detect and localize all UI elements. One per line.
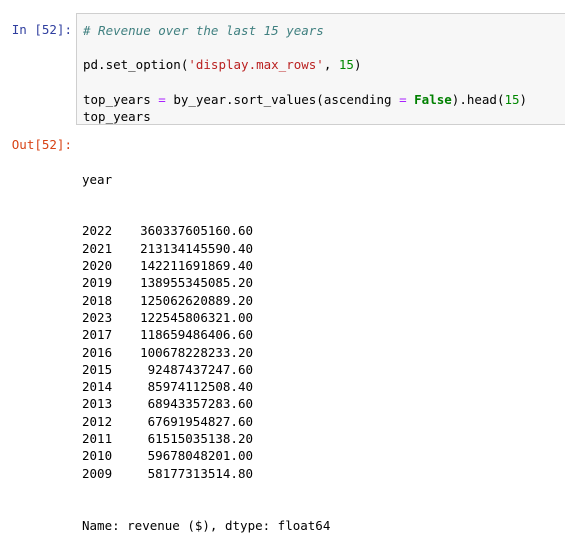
output-row: 2014 85974112508.40 [82,378,330,395]
output-row: 2018 125062620889.20 [82,292,330,309]
output-row: 2015 92487437247.60 [82,361,330,378]
output-row-value: 92487437247.60 [147,361,253,377]
output-row-value: 138955345085.20 [140,275,253,291]
code-number: 15 [338,57,354,72]
code-token: pd.set_option( [83,57,189,72]
output-row-year: 2023 [82,309,113,325]
code-token: , [323,57,339,72]
code-cell-input[interactable]: # Revenue over the last 15 years pd.set_… [76,13,565,125]
output-rows: 2022 360337605160.60 2021 213134145590.40 20… [82,222,330,481]
code-operator: = [158,92,166,107]
output-row-value: 58177313514.80 [147,465,253,481]
output-row-year: 2013 [82,396,113,412]
code-line-display: top_years [83,108,151,125]
code-token: ) [519,92,528,107]
output-row: 2021 213134145590.40 [82,240,330,257]
code-comment: # Revenue over the last 15 years [83,23,324,38]
output-row: 2013 68943357283.60 [82,395,330,412]
output-row: 2010 59678048201.00 [82,447,330,464]
output-row: 2009 58177313514.80 [82,465,330,482]
output-row: 2023 122545806321.00 [82,309,330,326]
output-row-year: 2021 [82,240,113,256]
code-line-top-years: top_years = by_year.sort_values(ascendin… [83,91,527,108]
output-footer: Name: revenue ($), dtype: float64 [82,517,331,533]
code-token: top_years [83,109,151,124]
output-row-value: 213134145590.40 [140,240,253,256]
output-row-year: 2018 [82,292,113,308]
input-prompt: In [52]: [11,22,72,37]
output-index-name: year [82,171,113,187]
output-row-year: 2012 [82,413,113,429]
output-row-year: 2020 [82,258,113,274]
code-keyword: False [414,92,452,107]
code-line-comment: # Revenue over the last 15 years [83,22,324,39]
output-row-value: 68943357283.60 [147,396,253,412]
output-row-value: 360337605160.60 [140,223,253,239]
code-token: ) [353,57,362,72]
code-string: 'display.max_rows' [188,57,324,72]
output-row-value: 142211691869.40 [140,258,253,274]
output-row-value: 67691954827.60 [147,413,253,429]
output-row-year: 2017 [82,327,113,343]
output-row-year: 2015 [82,361,113,377]
output-row: 2017 118659486406.60 [82,326,330,343]
output-row-value: 61515035138.20 [147,431,253,447]
output-row-year: 2010 [82,448,113,464]
code-operator: = [399,92,407,107]
output-row-value: 118659486406.60 [140,327,253,343]
code-number: 15 [504,92,520,107]
output-row-value: 100678228233.20 [140,344,253,360]
output-prompt: Out[52]: [11,137,72,152]
code-token: by_year.sort_values(ascending [165,92,400,107]
output-row-value: 85974112508.40 [147,379,253,395]
output-row: 2016 100678228233.20 [82,344,330,361]
output-row: 2019 138955345085.20 [82,274,330,291]
output-row-year: 2011 [82,431,113,447]
output-row: 2020 142211691869.40 [82,257,330,274]
output-row-year: 2009 [82,465,113,481]
code-token: top_years [83,92,159,107]
output-row-value: 125062620889.20 [140,292,253,308]
cell-output: year 2022 360337605160.60 2021 213134145590… [82,136,330,551]
code-token: ).head( [451,92,505,107]
output-row: 2022 360337605160.60 [82,222,330,239]
output-row-year: 2019 [82,275,113,291]
code-line-set-option: pd.set_option('display.max_rows', 15) [83,56,361,73]
output-row: 2011 61515035138.20 [82,430,330,447]
output-row: 2012 67691954827.60 [82,413,330,430]
output-row-value: 59678048201.00 [147,448,253,464]
output-row-year: 2022 [82,223,113,239]
output-row-year: 2016 [82,344,113,360]
output-row-value: 122545806321.00 [140,309,253,325]
output-row-year: 2014 [82,379,113,395]
